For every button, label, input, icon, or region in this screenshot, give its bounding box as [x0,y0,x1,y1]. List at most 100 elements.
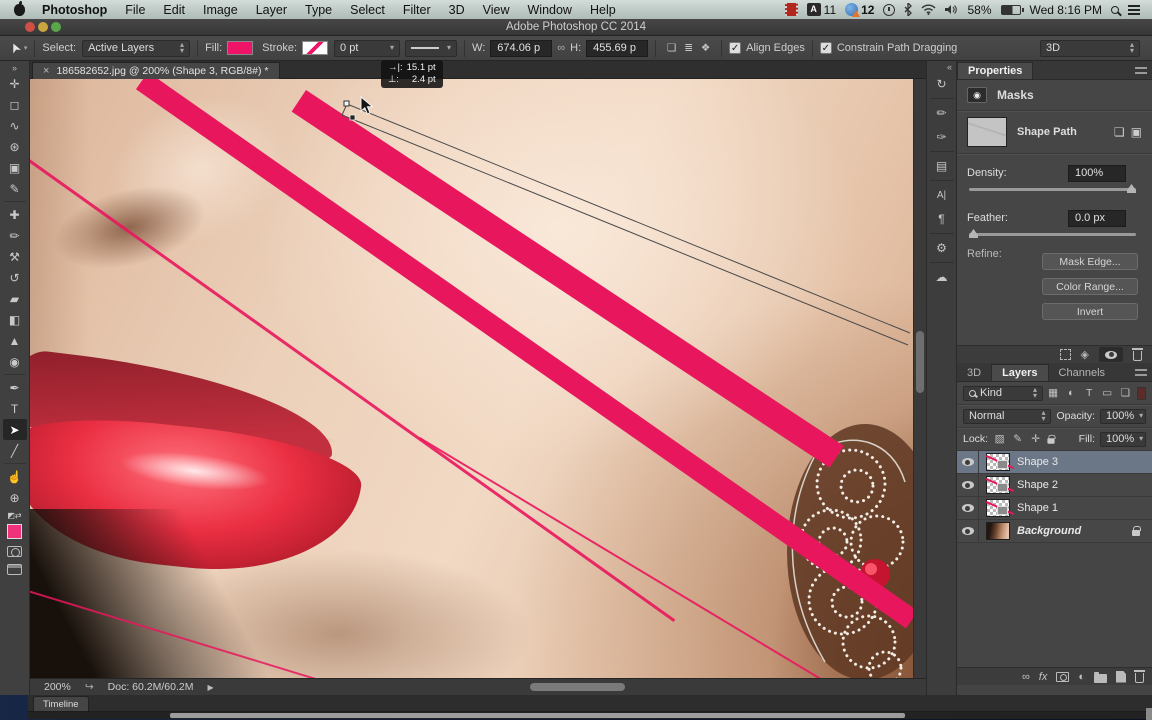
layer-thumbnail[interactable] [986,499,1010,517]
blend-mode-dropdown[interactable]: Normal ▴ ▾ [963,408,1052,424]
type-tool[interactable]: T [3,398,27,419]
selected-anchor-point[interactable] [349,114,356,121]
bluetooth-icon[interactable] [904,3,913,16]
document-tab[interactable]: × 186582652.jpg @ 200% (Shape 3, RGB/8#)… [32,62,280,79]
current-tool-icon[interactable]: ➤ [6,40,25,56]
menu-select[interactable]: Select [350,3,385,17]
battery-icon[interactable] [1000,4,1024,15]
vertical-scroll-thumb[interactable] [916,331,924,393]
smudge-tool[interactable]: ◉ [3,351,27,372]
history-brush-tool[interactable]: ↺ [3,267,27,288]
lock-all-icon[interactable] [1047,434,1056,444]
layer-style-icon[interactable]: fx [1039,671,1048,683]
timeline-scrollbar[interactable] [28,712,1152,719]
pen-tool[interactable]: ✒ [3,377,27,398]
menu-clock[interactable]: Wed 8:16 PM [1030,3,1102,17]
apply-mask-icon[interactable]: ◈ [1081,348,1089,361]
new-group-icon[interactable] [1094,671,1107,683]
mask-visibility-toggle[interactable] [1099,347,1123,362]
notification-center-icon[interactable] [1128,4,1140,15]
link-dimensions-icon[interactable]: ∞ [557,42,565,54]
adobe-app-icon[interactable]: A [806,3,821,16]
film-app-icon[interactable] [784,3,798,16]
marquee-tool[interactable]: ◻ [3,94,27,115]
constrain-path-checkbox[interactable]: ✓ [819,42,832,54]
delete-layer-icon[interactable] [1134,670,1145,683]
filter-adjustment-layers-icon[interactable]: ◐ [1063,386,1079,401]
menu-filter[interactable]: Filter [403,3,431,17]
lock-position-icon[interactable]: ✛ [1029,432,1042,447]
lock-pixels-icon[interactable]: ✎ [1011,432,1024,447]
eraser-tool[interactable]: ▰ [3,288,27,309]
quick-selection-tool[interactable]: ⊛ [3,136,27,157]
brush-panel-icon[interactable]: ✏ [930,101,954,125]
layer-filter-kind-dropdown[interactable]: Kind ▴ ▾ [963,385,1044,401]
tab-layers[interactable]: Layers [991,364,1049,381]
sync-status-icon[interactable] [845,3,861,17]
menu-layer[interactable]: Layer [256,3,287,17]
lasso-tool[interactable]: ∿ [3,115,27,136]
brush-tool[interactable]: ✏ [3,225,27,246]
share-icon[interactable]: ↪ [85,681,94,693]
layer-row-shape3[interactable]: Shape 3 [957,451,1152,474]
menu-photoshop[interactable]: Photoshop [42,3,107,17]
opacity-field[interactable]: 100% ▾ [1100,408,1146,424]
filter-shape-layers-icon[interactable]: ▭ [1099,386,1115,401]
zoom-level-field[interactable]: 200% [44,681,71,693]
workspace-dropdown[interactable]: 3D ▴ ▾ [1040,39,1140,57]
status-options-icon[interactable]: ▶ [207,683,213,692]
layer-filter-toggle[interactable] [1137,386,1146,400]
background-color-swatch[interactable] [14,531,29,546]
color-range-button[interactable]: Color Range... [1042,278,1138,295]
shape-height-field[interactable]: 455.69 p [586,39,649,57]
close-document-icon[interactable]: × [43,65,49,77]
layer-visibility-toggle[interactable] [957,451,979,473]
stroke-style-dropdown[interactable]: ▾ [405,39,458,57]
path-arrangement-icon[interactable]: ❖ [697,41,714,56]
eyedropper-tool[interactable]: ✎ [3,178,27,199]
mask-edge-button[interactable]: Mask Edge... [1042,253,1138,270]
stroke-swatch[interactable] [302,41,329,55]
layer-row-background[interactable]: Background [957,520,1152,543]
canvas-vertical-scrollbar[interactable] [913,79,926,678]
fill-swatch[interactable] [227,41,254,55]
layers-panel-menu-icon[interactable] [1135,369,1147,376]
layer-visibility-toggle[interactable] [957,474,979,496]
tab-3d[interactable]: 3D [957,364,991,381]
blur-tool[interactable]: ▲ [3,330,27,351]
paragraph-panel-icon[interactable]: ¶ [930,207,954,231]
menu-3d[interactable]: 3D [449,3,465,17]
new-layer-icon[interactable] [1116,670,1126,683]
lock-transparency-icon[interactable]: ▨ [993,432,1006,447]
timeline-scroll-thumb[interactable] [170,713,905,718]
delete-mask-icon[interactable] [1132,348,1143,361]
align-edges-checkbox[interactable]: ✓ [729,42,742,54]
shape-path-thumbnail[interactable] [967,117,1007,147]
density-field[interactable]: 100% [1068,164,1126,182]
add-vector-mask-icon[interactable]: ▣ [1131,125,1142,139]
canvas[interactable] [30,79,913,678]
menu-edit[interactable]: Edit [163,3,185,17]
time-machine-icon[interactable] [883,3,896,16]
path-selection-tool[interactable]: ➤ [2,419,27,440]
wifi-icon[interactable] [921,4,936,15]
load-selection-icon[interactable] [1059,349,1071,360]
quick-mask-icon[interactable] [7,546,22,557]
tool-presets-panel-icon[interactable]: ⚙ [930,236,954,260]
volume-icon[interactable] [945,4,958,15]
layer-visibility-toggle[interactable] [957,520,979,542]
filter-pixel-layers-icon[interactable]: ▦ [1045,386,1061,401]
tab-properties[interactable]: Properties [957,62,1034,79]
expand-tools-icon[interactable]: » [12,63,17,73]
feather-slider[interactable] [969,229,1136,238]
history-panel-icon[interactable]: ↻ [930,72,954,96]
layer-row-shape2[interactable]: Shape 2 [957,474,1152,497]
move-tool[interactable]: ✛ [3,73,27,94]
path-operations-icon[interactable]: ❏ [663,41,680,56]
gradient-tool[interactable]: ◧ [3,309,27,330]
menu-help[interactable]: Help [590,3,616,17]
hand-tool[interactable]: ☝ [3,466,27,487]
shape-width-field[interactable]: 674.06 p [490,39,553,57]
spotlight-icon[interactable] [1111,5,1119,14]
fill-opacity-field[interactable]: 100% ▾ [1100,431,1146,447]
